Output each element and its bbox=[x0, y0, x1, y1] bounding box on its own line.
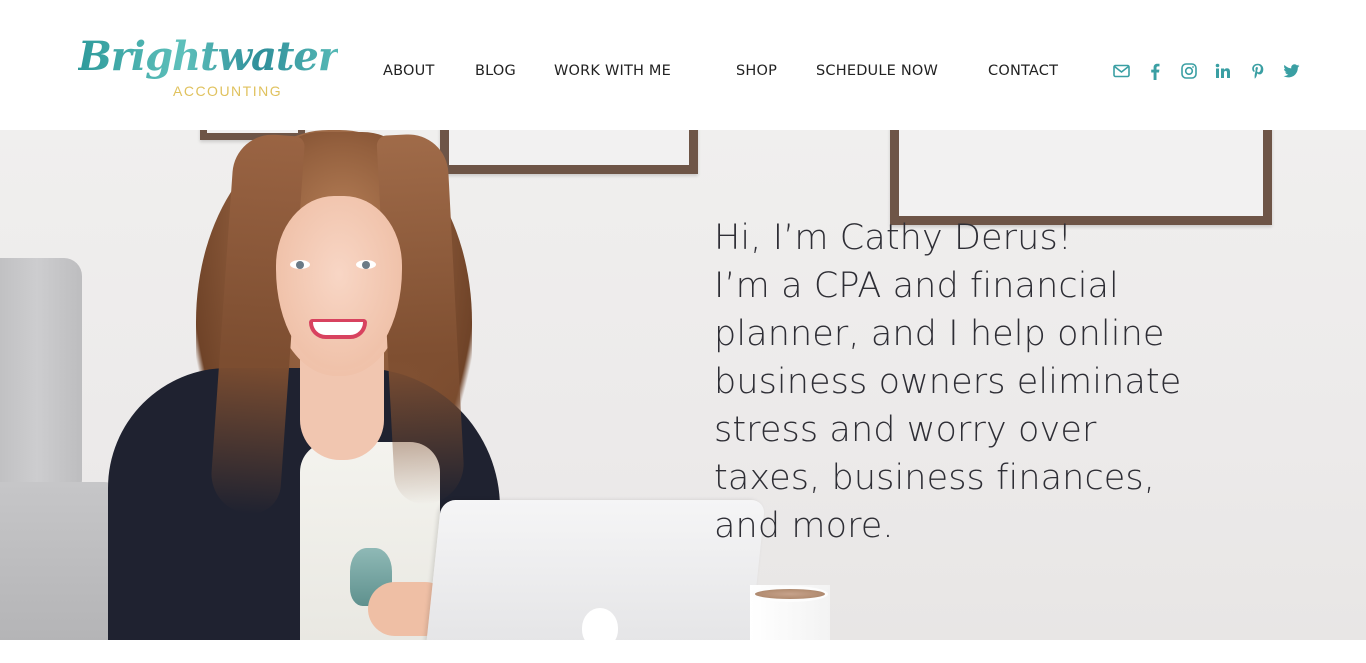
wall-frame bbox=[440, 130, 698, 174]
pinterest-icon[interactable] bbox=[1246, 60, 1268, 82]
email-icon[interactable] bbox=[1110, 60, 1132, 82]
twitter-icon[interactable] bbox=[1280, 60, 1302, 82]
logo-subtitle: ACCOUNTING bbox=[173, 83, 283, 99]
hero-line: Hi, I’m Cathy Derus! bbox=[714, 218, 1072, 258]
brand-logo[interactable]: Brightwater ACCOUNTING bbox=[78, 34, 339, 104]
nav-item-about[interactable]: ABOUT bbox=[383, 61, 435, 81]
hero-section: Hi, I’m Cathy Derus! I’m a CPA and finan… bbox=[0, 130, 1366, 640]
logo-wordmark: Brightwater bbox=[78, 33, 339, 80]
hero-line: taxes, business finances, bbox=[714, 458, 1155, 498]
coffee-surface bbox=[752, 586, 828, 602]
page-bottom bbox=[0, 640, 1366, 663]
apple-logo-icon bbox=[582, 608, 618, 640]
hero-line: I’m a CPA and financial bbox=[714, 266, 1119, 306]
nav-item-work-with-me[interactable]: WORK WITH ME bbox=[554, 61, 671, 81]
nav-item-schedule-now[interactable]: SCHEDULE NOW bbox=[816, 61, 938, 81]
social-links bbox=[1110, 60, 1300, 82]
instagram-icon[interactable] bbox=[1178, 60, 1200, 82]
portrait-eye bbox=[290, 260, 310, 269]
portrait-smile bbox=[309, 319, 367, 339]
hero-line: stress and worry over bbox=[714, 410, 1097, 450]
nav-item-contact[interactable]: CONTACT bbox=[988, 61, 1058, 81]
chair-seat bbox=[0, 482, 120, 640]
wall-frame bbox=[890, 130, 1272, 225]
portrait-eye bbox=[356, 260, 376, 269]
nav-item-blog[interactable]: BLOG bbox=[475, 61, 516, 81]
hero-intro-text: Hi, I’m Cathy Derus! I’m a CPA and finan… bbox=[714, 214, 1274, 550]
hero-line: planner, and I help online bbox=[714, 314, 1165, 354]
linkedin-icon[interactable] bbox=[1212, 60, 1234, 82]
chair-back bbox=[0, 258, 82, 498]
site-header: Brightwater ACCOUNTING ABOUT BLOG WORK W… bbox=[0, 0, 1366, 130]
hero-line: and more. bbox=[714, 506, 894, 546]
facebook-icon[interactable] bbox=[1144, 60, 1166, 82]
nav-item-shop[interactable]: SHOP bbox=[736, 61, 777, 81]
hero-line: business owners eliminate bbox=[714, 362, 1182, 402]
